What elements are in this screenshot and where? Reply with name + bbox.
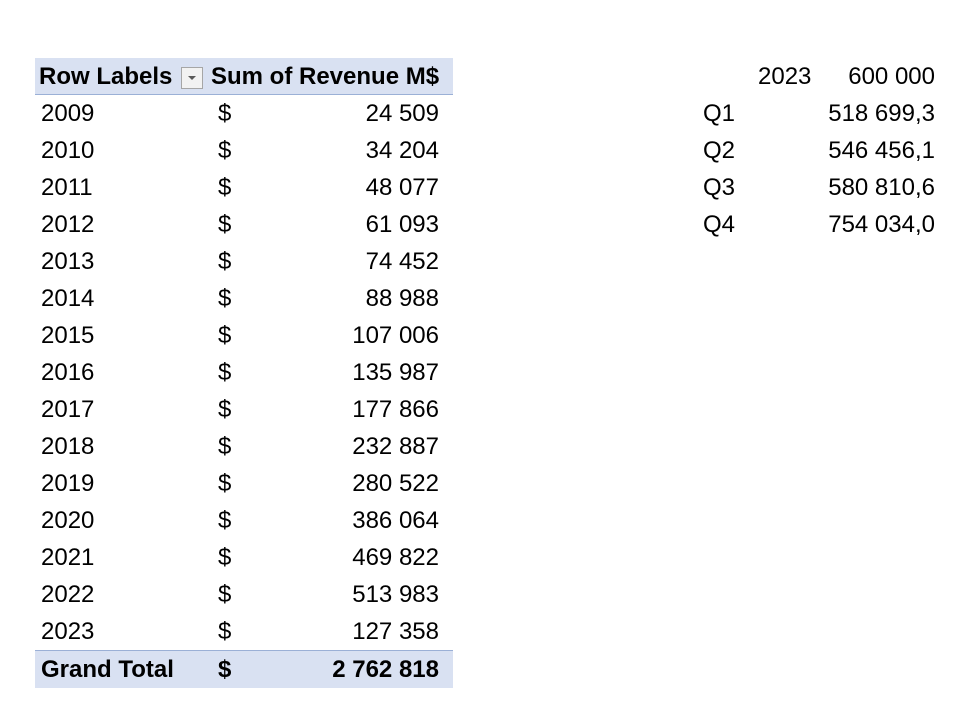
row-currency: $ — [218, 618, 232, 645]
row-currency: $ — [218, 507, 232, 534]
row-revenue-value: 61 093 — [365, 211, 439, 238]
row-revenue-value: 107 006 — [352, 322, 439, 349]
table-row[interactable]: 2015 $107 006 — [35, 317, 453, 354]
row-year-label: 2012 — [41, 211, 95, 238]
quarter-value: 580 810,6 — [828, 174, 935, 201]
table-row[interactable]: 2014 $88 988 — [35, 280, 453, 317]
row-labels-filter-button[interactable] — [181, 67, 203, 89]
row-revenue-value: 177 866 — [352, 396, 439, 423]
quarter-label: Q3 — [703, 174, 736, 201]
row-year-label: 2018 — [41, 433, 95, 460]
row-currency: $ — [218, 359, 232, 386]
row-year-label: 2010 — [41, 137, 95, 164]
table-row[interactable]: 2017 $177 866 — [35, 391, 453, 428]
row-revenue-value: 88 988 — [365, 285, 439, 312]
row-year-label: 2020 — [41, 507, 95, 534]
row-currency: $ — [218, 211, 232, 238]
dropdown-arrow-icon — [188, 76, 196, 80]
quarter-row[interactable]: Q4 754 034,0 — [690, 206, 940, 243]
grand-total-value: 2 762 818 — [332, 656, 439, 683]
row-revenue-value: 34 204 — [365, 137, 439, 164]
row-labels-header[interactable]: Row Labels — [39, 58, 172, 95]
row-year-label: 2022 — [41, 581, 95, 608]
row-year-label: 2023 — [41, 618, 95, 645]
row-year-label: 2014 — [41, 285, 95, 312]
table-row[interactable]: 2019 $280 522 — [35, 465, 453, 502]
row-currency: $ — [218, 396, 232, 423]
quarter-value: 754 034,0 — [828, 211, 935, 238]
quarterly-table: 2023 600 000 Q1 518 699,3 Q2 546 456,1 Q3 580… — [690, 58, 940, 243]
table-row[interactable]: 2013 $74 452 — [35, 243, 453, 280]
row-currency: $ — [218, 433, 232, 460]
quarterly-body: Q1 518 699,3 Q2 546 456,1 Q3 580 810,6 Q4 754 0… — [690, 95, 940, 243]
quarter-row[interactable]: Q2 546 456,1 — [690, 132, 940, 169]
row-year-label: 2017 — [41, 396, 95, 423]
row-year-label: 2011 — [41, 174, 93, 201]
row-year-label: 2016 — [41, 359, 95, 386]
row-year-label: 2021 — [41, 544, 95, 571]
table-row[interactable]: 2018 $232 887 — [35, 428, 453, 465]
table-row[interactable]: 2011 $48 077 — [35, 169, 453, 206]
row-year-label: 2015 — [41, 322, 95, 349]
row-revenue-value: 127 358 — [352, 618, 439, 645]
pivot-body: 2009 $24 509 2010 $34 204 2011 $48 077 2012 $61… — [35, 95, 453, 650]
row-revenue-value: 386 064 — [352, 507, 439, 534]
quarter-label: Q1 — [703, 100, 736, 127]
quarterly-header-row[interactable]: 2023 600 000 — [690, 58, 940, 95]
row-revenue-value: 24 509 — [365, 100, 439, 127]
row-revenue-value: 135 987 — [352, 359, 439, 386]
row-currency: $ — [218, 137, 232, 164]
row-currency: $ — [218, 581, 232, 608]
table-row[interactable]: 2010 $34 204 — [35, 132, 453, 169]
row-year-label: 2009 — [41, 100, 95, 127]
row-currency: $ — [218, 100, 232, 127]
table-row[interactable]: 2012 $61 093 — [35, 206, 453, 243]
row-revenue-value: 48 077 — [365, 174, 439, 201]
quarter-row[interactable]: Q1 518 699,3 — [690, 95, 940, 132]
row-currency: $ — [218, 174, 232, 201]
quarter-label: Q4 — [703, 211, 736, 238]
row-revenue-value: 469 822 — [352, 544, 439, 571]
quarter-value: 546 456,1 — [828, 137, 935, 164]
grand-total-label: Grand Total — [41, 656, 174, 683]
row-currency: $ — [218, 544, 232, 571]
quarterly-year: 2023 — [758, 63, 812, 90]
quarter-value: 518 699,3 — [828, 100, 935, 127]
row-currency: $ — [218, 470, 232, 497]
table-row[interactable]: 2022 $513 983 — [35, 576, 453, 613]
table-row[interactable]: 2023 $127 358 — [35, 613, 453, 650]
quarter-row[interactable]: Q3 580 810,6 — [690, 169, 940, 206]
table-row[interactable]: 2016 $135 987 — [35, 354, 453, 391]
row-revenue-value: 74 452 — [365, 248, 439, 275]
row-year-label: 2019 — [41, 470, 95, 497]
sum-of-revenue-header[interactable]: Sum of Revenue M$ — [211, 58, 439, 95]
row-currency: $ — [218, 285, 232, 312]
quarterly-target: 600 000 — [848, 63, 935, 90]
row-revenue-value: 513 983 — [352, 581, 439, 608]
row-currency: $ — [218, 322, 232, 349]
pivot-header-row: Row Labels Sum of Revenue M$ — [35, 58, 453, 95]
table-row[interactable]: 2009 $24 509 — [35, 95, 453, 132]
pivot-table: Row Labels Sum of Revenue M$ 2009 $24 509… — [35, 58, 453, 688]
grand-total-currency: $ — [218, 656, 232, 683]
table-row[interactable]: 2020 $386 064 — [35, 502, 453, 539]
row-revenue-value: 232 887 — [352, 433, 439, 460]
row-currency: $ — [218, 248, 232, 275]
row-year-label: 2013 — [41, 248, 95, 275]
grand-total-row[interactable]: Grand Total $ 2 762 818 — [35, 650, 453, 688]
row-revenue-value: 280 522 — [352, 470, 439, 497]
quarter-label: Q2 — [703, 137, 736, 164]
table-row[interactable]: 2021 $469 822 — [35, 539, 453, 576]
